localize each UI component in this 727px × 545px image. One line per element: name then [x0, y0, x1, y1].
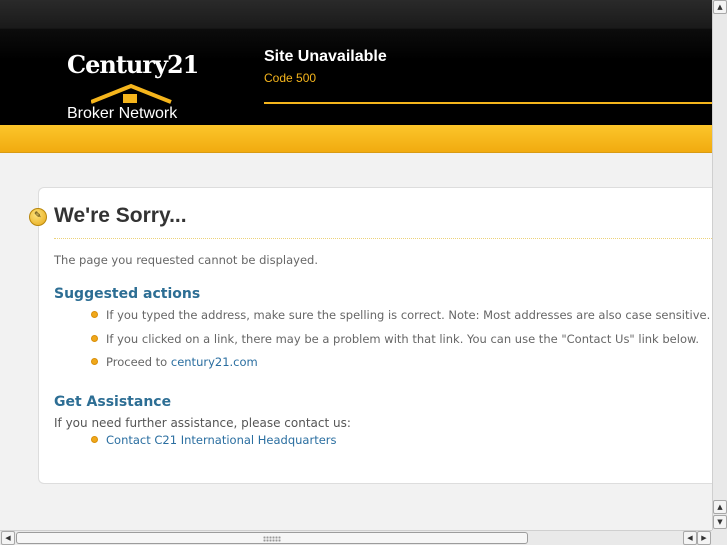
page-title: Site Unavailable: [264, 48, 387, 65]
suggested-actions-heading: Suggested actions: [54, 286, 201, 302]
error-message: The page you requested cannot be display…: [54, 253, 318, 267]
scrollbar-corner: [712, 530, 727, 545]
suggestion-item: If you clicked on a link, there may be a…: [106, 332, 699, 346]
contact-hq-link[interactable]: Contact C21 International Headquarters: [106, 433, 337, 447]
assistance-text: If you need further assistance, please c…: [54, 416, 351, 430]
bullet-icon: [91, 311, 98, 318]
scroll-left-icon[interactable]: ◀: [1, 531, 15, 545]
sorry-speech-icon: ✎: [29, 208, 47, 226]
bullet-icon: [91, 335, 98, 342]
century21-logo[interactable]: Century21 Broker Network: [65, 44, 199, 124]
scroll-down-icon[interactable]: ▼: [713, 515, 727, 529]
century21-link[interactable]: century21.com: [171, 355, 258, 369]
bullet-icon: [91, 436, 98, 443]
sorry-heading: We're Sorry...: [54, 204, 187, 227]
scroll-up-icon[interactable]: ▲: [713, 0, 727, 14]
gold-nav-bar: [0, 125, 712, 153]
error-code: Code 500: [264, 71, 317, 85]
title-block: Site Unavailable Code 500: [264, 48, 387, 85]
scroll-up-icon[interactable]: ▲: [713, 500, 727, 514]
header-top-band: [0, 0, 712, 28]
horizontal-scrollbar[interactable]: ◀ ◀ ▶: [0, 530, 712, 545]
scroll-left-icon[interactable]: ◀: [683, 531, 697, 545]
suggestion-item: If you typed the address, make sure the …: [106, 308, 711, 322]
logo-name: Century21: [67, 50, 199, 79]
logo-subtitle: Broker Network: [67, 105, 178, 122]
site-header: Century21 Broker Network Site Unavailabl…: [0, 0, 712, 125]
heading-divider: [54, 238, 712, 239]
vertical-scrollbar[interactable]: ▲ ▲ ▼: [712, 0, 727, 530]
scroll-right-icon[interactable]: ▶: [697, 531, 711, 545]
suggestion-item: Proceed to century21.com: [106, 355, 258, 369]
bullet-icon: [91, 358, 98, 365]
thumb-grip-icon: [263, 536, 281, 542]
get-assistance-heading: Get Assistance: [54, 394, 172, 410]
logo-house-icon: [91, 83, 172, 104]
proceed-label: Proceed to: [106, 355, 171, 369]
title-underline: [264, 102, 712, 104]
horizontal-scroll-thumb[interactable]: [16, 532, 528, 544]
